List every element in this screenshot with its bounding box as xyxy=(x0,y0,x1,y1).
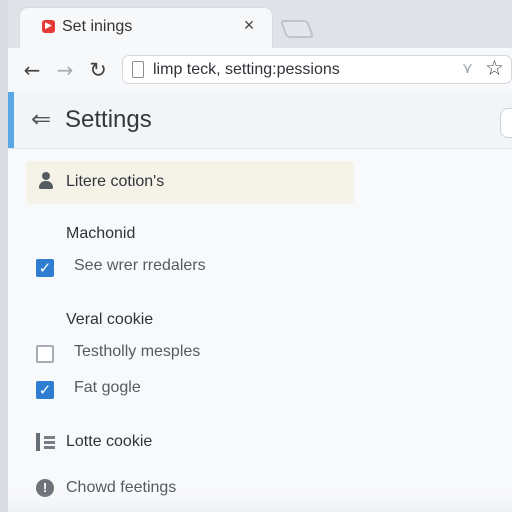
extension-icon[interactable]: ⋎ xyxy=(462,59,473,77)
settings-accent-bar xyxy=(8,92,14,148)
checkbox-icon[interactable] xyxy=(36,345,54,363)
settings-content: Litere cotion's Machonid ✓ See wrer rred… xyxy=(8,149,512,512)
page-icon xyxy=(132,61,144,78)
profile-card[interactable]: Litere cotion's xyxy=(26,161,354,204)
reload-icon[interactable]: ↻ xyxy=(86,58,110,82)
list-icon xyxy=(36,433,55,451)
section-heading-veral-cookie: Veral cookie xyxy=(66,311,154,328)
browser-window: ▶ Set inings × ← → ↻ limp teck, setting:… xyxy=(0,0,512,512)
settings-header: ⇐ Settings xyxy=(8,92,512,149)
arrow-right-icon[interactable]: → xyxy=(53,58,77,82)
side-panel-button[interactable] xyxy=(500,108,512,138)
address-bar[interactable]: limp teck, setting:pessions ⋎ ☆ xyxy=(122,55,512,84)
option-label: See wrer rredalers xyxy=(74,257,206,274)
browser-toolbar: ← → ↻ limp teck, setting:pessions ⋎ ☆ xyxy=(8,48,512,93)
settings-back-icon[interactable]: ⇐ xyxy=(31,107,55,131)
option-row-fat-gogle[interactable]: ✓ Fat gogle xyxy=(34,374,364,404)
option-label: Fat gogle xyxy=(74,379,141,396)
checked-checkbox-icon[interactable]: ✓ xyxy=(36,259,54,277)
youtube-play-icon: ▶ xyxy=(42,20,55,33)
page-title: Settings xyxy=(65,106,152,133)
option-row-testholly-mesples[interactable]: Testholly mesples xyxy=(34,338,364,368)
active-tab[interactable]: ▶ Set inings × xyxy=(20,8,272,48)
checked-checkbox-icon[interactable]: ✓ xyxy=(36,381,54,399)
arrow-left-icon[interactable]: ← xyxy=(20,58,44,82)
close-icon[interactable]: × xyxy=(240,16,258,34)
option-label: Testholly mesples xyxy=(74,343,201,360)
section-heading-machonid: Machonid xyxy=(66,225,136,242)
settings-item-lotte-cookie[interactable]: Lotte cookie xyxy=(66,433,152,451)
person-icon xyxy=(37,172,55,190)
person-head-shape xyxy=(42,172,50,180)
content-fade xyxy=(8,494,512,512)
new-tab-icon[interactable] xyxy=(279,20,315,38)
option-row-see-wrer-rredalers[interactable]: ✓ See wrer rredalers xyxy=(34,252,364,282)
star-icon[interactable]: ☆ xyxy=(485,56,505,80)
person-body-shape xyxy=(39,181,53,189)
tab-strip: ▶ Set inings × xyxy=(8,0,512,48)
profile-label: Litere cotion's xyxy=(66,173,165,190)
address-text[interactable]: limp teck, setting:pessions xyxy=(153,61,340,79)
tab-title: Set inings xyxy=(62,18,133,35)
